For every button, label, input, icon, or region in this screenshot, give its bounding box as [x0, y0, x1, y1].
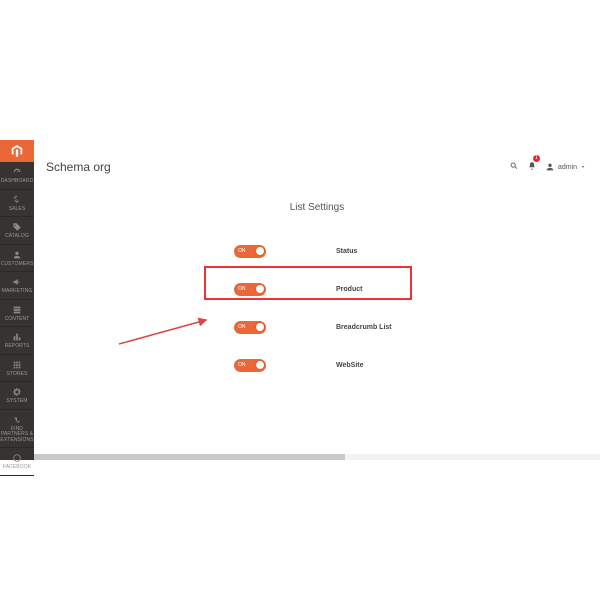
sidebar-item-content[interactable]: CONTENT	[0, 300, 34, 328]
sidebar-item-label: MARKETING	[2, 289, 33, 295]
layers-icon	[12, 305, 22, 315]
setting-row-product: ON Product	[34, 270, 600, 308]
sidebar-item-label: CUSTOMERS	[1, 262, 34, 268]
toggle-website[interactable]: ON	[234, 359, 266, 372]
tag-icon	[12, 222, 22, 232]
dollar-icon	[12, 195, 22, 205]
setting-label: WebSite	[336, 362, 364, 369]
sidebar-item-label: REPORTS	[5, 344, 30, 350]
sidebar-item-catalog[interactable]: CATALOG	[0, 217, 34, 245]
sidebar-item-marketing[interactable]: MARKETING	[0, 272, 34, 300]
magento-logo[interactable]	[0, 140, 34, 162]
notifications-button[interactable]: 1	[527, 158, 537, 176]
megaphone-icon	[12, 277, 22, 287]
gauge-icon	[12, 167, 22, 177]
toggle-knob	[255, 284, 265, 294]
section-title: List Settings	[34, 202, 600, 213]
link-icon	[12, 415, 22, 425]
sidebar-item-customers[interactable]: CUSTOMERS	[0, 245, 34, 273]
sidebar-item-label: CONTENT	[5, 317, 30, 323]
chevron-down-icon	[580, 164, 586, 170]
page-title: Schema org	[46, 160, 111, 174]
sidebar-item-sales[interactable]: SALES	[0, 190, 34, 218]
toggle-knob	[255, 360, 265, 370]
notification-badge: 1	[533, 155, 540, 162]
toggle-breadcrumb[interactable]: ON	[234, 321, 266, 334]
sidebar-item-reports[interactable]: REPORTS	[0, 327, 34, 355]
sidebar-item-label: DASHBOARD	[1, 179, 34, 185]
sidebar-item-stores[interactable]: STORES	[0, 355, 34, 383]
gear-icon	[12, 387, 22, 397]
settings-list: ON Status ON Product ON Breadcrumb List …	[34, 232, 600, 384]
scrollbar-thumb[interactable]	[34, 454, 345, 460]
user-label: admin	[558, 164, 577, 171]
user-menu[interactable]: admin	[545, 162, 586, 172]
toggle-label: ON	[234, 324, 246, 330]
bars-icon	[12, 332, 22, 342]
header-toolbar: 1 admin	[509, 158, 586, 176]
sidebar-item-label: CATALOG	[5, 234, 29, 240]
toggle-label: ON	[234, 362, 246, 368]
sidebar-item-dashboard[interactable]: DASHBOARD	[0, 162, 34, 190]
sidebar-item-label: FIND PARTNERS & EXTENSIONS	[0, 427, 33, 444]
sidebar-item-label: FACEBOOK	[3, 465, 31, 471]
sidebar-item-partners[interactable]: FIND PARTNERS & EXTENSIONS	[0, 410, 34, 449]
circle-icon	[12, 453, 22, 463]
person-icon	[12, 250, 22, 260]
setting-row-breadcrumb: ON Breadcrumb List	[34, 308, 600, 346]
search-button[interactable]	[509, 158, 519, 176]
setting-label: Status	[336, 248, 357, 255]
sidebar-item-label: SALES	[9, 207, 26, 213]
magento-icon	[10, 144, 24, 158]
toggle-label: ON	[234, 286, 246, 292]
app-window: DASHBOARD SALES CATALOG CUSTOMERS MARKET…	[0, 140, 600, 460]
toggle-label: ON	[234, 248, 246, 254]
admin-sidebar: DASHBOARD SALES CATALOG CUSTOMERS MARKET…	[0, 140, 34, 460]
toggle-product[interactable]: ON	[234, 283, 266, 296]
horizontal-scrollbar[interactable]	[34, 454, 600, 460]
search-icon	[509, 161, 519, 171]
setting-row-status: ON Status	[34, 232, 600, 270]
toggle-status[interactable]: ON	[234, 245, 266, 258]
sidebar-item-label: STORES	[6, 372, 27, 378]
setting-label: Product	[336, 286, 362, 293]
setting-label: Breadcrumb List	[336, 324, 392, 331]
bell-icon	[527, 161, 537, 171]
toggle-knob	[255, 322, 265, 332]
sidebar-item-label: SYSTEM	[6, 399, 27, 405]
toggle-knob	[255, 246, 265, 256]
user-icon	[545, 162, 555, 172]
setting-row-website: ON WebSite	[34, 346, 600, 384]
main-panel: Schema org 1 admin List Settings ON Stat…	[34, 140, 600, 460]
stores-icon	[12, 360, 22, 370]
sidebar-item-system[interactable]: SYSTEM	[0, 382, 34, 410]
sidebar-item-facebook[interactable]: FACEBOOK	[0, 448, 34, 476]
